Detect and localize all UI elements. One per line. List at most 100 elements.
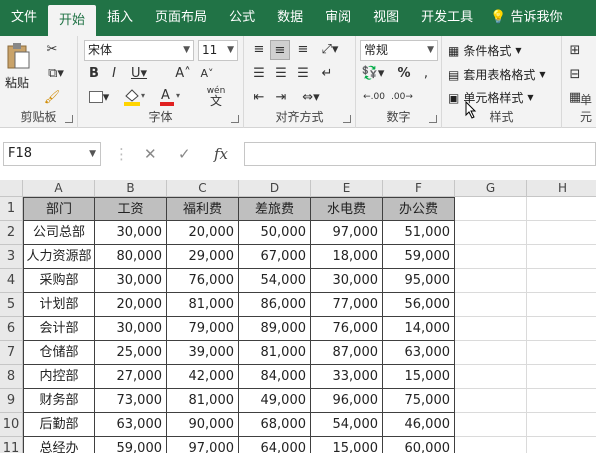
table-cell[interactable]: 54,000 — [239, 269, 311, 293]
decrease-indent-icon[interactable]: ⇤ — [250, 88, 268, 106]
align-left-icon[interactable]: ☰ — [250, 64, 268, 82]
empty-cell[interactable] — [527, 413, 596, 437]
table-cell[interactable]: 15,000 — [383, 365, 455, 389]
table-cell[interactable]: 87,000 — [311, 341, 383, 365]
empty-cell[interactable] — [527, 365, 596, 389]
table-cell[interactable]: 30,000 — [95, 221, 167, 245]
table-cell[interactable]: 20,000 — [167, 221, 239, 245]
table-cell[interactable]: 20,000 — [95, 293, 167, 317]
align-bottom-icon[interactable]: ≡ — [294, 40, 312, 58]
increase-indent-icon[interactable]: ⇥ — [272, 88, 290, 106]
table-cell[interactable]: 90,000 — [167, 413, 239, 437]
table-cell[interactable]: 76,000 — [167, 269, 239, 293]
table-cell[interactable]: 33,000 — [311, 365, 383, 389]
row-header-10[interactable]: 10 — [0, 413, 23, 437]
cut-icon[interactable]: ✂ — [44, 40, 60, 58]
row-header-8[interactable]: 8 — [0, 365, 23, 389]
column-header-h[interactable]: H — [527, 180, 596, 197]
table-cell[interactable]: 59,000 — [383, 245, 455, 269]
empty-cell[interactable] — [527, 269, 596, 293]
decrease-font-icon[interactable]: A˅ — [198, 64, 216, 82]
insert-cells-icon[interactable]: ⊞ — [568, 42, 582, 58]
column-header-e[interactable]: E — [311, 180, 383, 197]
tab-home[interactable]: 开始 — [48, 5, 97, 36]
table-cell[interactable]: 96,000 — [311, 389, 383, 413]
table-cell[interactable]: 29,000 — [167, 245, 239, 269]
table-cell[interactable]: 总经办 — [23, 437, 95, 453]
delete-cells-icon[interactable]: ⊟ — [568, 66, 582, 82]
cell-styles-button[interactable]: ▣ 单元格样式 ▼ — [448, 89, 534, 106]
table-cell[interactable]: 76,000 — [311, 317, 383, 341]
table-header-cell[interactable]: 差旅费 — [239, 197, 311, 221]
table-cell[interactable]: 46,000 — [383, 413, 455, 437]
align-right-icon[interactable]: ☰ — [294, 64, 312, 82]
tab-review[interactable]: 审阅 — [314, 0, 362, 36]
empty-cell[interactable] — [527, 437, 596, 453]
font-size-dropdown[interactable]: 11 ▼ — [198, 40, 238, 61]
table-cell[interactable]: 财务部 — [23, 389, 95, 413]
column-header-d[interactable]: D — [239, 180, 311, 197]
table-cell[interactable]: 30,000 — [95, 317, 167, 341]
table-cell[interactable]: 56,000 — [383, 293, 455, 317]
align-top-icon[interactable]: ≡ — [250, 40, 268, 58]
table-cell[interactable]: 会计部 — [23, 317, 95, 341]
paste-button[interactable]: 粘贴 — [5, 74, 29, 91]
table-cell[interactable]: 54,000 — [311, 413, 383, 437]
row-header-7[interactable]: 7 — [0, 341, 23, 365]
column-header-c[interactable]: C — [167, 180, 239, 197]
underline-icon[interactable]: U▾ — [126, 64, 152, 82]
row-header-9[interactable]: 9 — [0, 389, 23, 413]
table-cell[interactable]: 81,000 — [167, 293, 239, 317]
alignment-launcher-icon[interactable] — [343, 115, 351, 123]
table-cell[interactable]: 64,000 — [239, 437, 311, 453]
align-middle-icon[interactable]: ≡ — [270, 40, 290, 60]
tell-me-box[interactable]: 💡 告诉我你 — [484, 0, 573, 36]
tab-file[interactable]: 文件 — [0, 0, 48, 36]
table-cell[interactable]: 50,000 — [239, 221, 311, 245]
clipboard-launcher-icon[interactable] — [65, 115, 73, 123]
name-box[interactable]: F18 ▼ — [3, 142, 101, 166]
table-cell[interactable]: 27,000 — [95, 365, 167, 389]
increase-font-icon[interactable]: A˄ — [174, 64, 192, 82]
table-cell[interactable]: 80,000 — [95, 245, 167, 269]
decrease-decimal-icon[interactable]: .00→ — [390, 88, 414, 106]
format-painter-icon[interactable]: 🖌 — [44, 88, 61, 106]
font-color-icon[interactable]: A ▾ — [158, 86, 184, 106]
table-cell[interactable]: 公司总部 — [23, 221, 95, 245]
empty-cell[interactable] — [527, 197, 596, 221]
table-cell[interactable]: 51,000 — [383, 221, 455, 245]
empty-cell[interactable] — [455, 269, 527, 293]
conditional-formatting-button[interactable]: ▦ 条件格式 ▼ — [448, 42, 522, 59]
enter-icon[interactable]: ✓ — [178, 142, 191, 166]
table-cell[interactable]: 25,000 — [95, 341, 167, 365]
table-cell[interactable]: 63,000 — [95, 413, 167, 437]
table-cell[interactable]: 计划部 — [23, 293, 95, 317]
table-cell[interactable]: 14,000 — [383, 317, 455, 341]
empty-cell[interactable] — [455, 389, 527, 413]
table-cell[interactable]: 15,000 — [311, 437, 383, 453]
tab-view[interactable]: 视图 — [362, 0, 410, 36]
table-cell[interactable]: 97,000 — [167, 437, 239, 453]
table-cell[interactable]: 30,000 — [311, 269, 383, 293]
empty-cell[interactable] — [527, 245, 596, 269]
empty-cell[interactable] — [527, 317, 596, 341]
table-cell[interactable]: 59,000 — [95, 437, 167, 453]
empty-cell[interactable] — [455, 365, 527, 389]
table-cell[interactable]: 39,000 — [167, 341, 239, 365]
italic-icon[interactable]: I — [106, 64, 122, 82]
empty-cell[interactable] — [527, 341, 596, 365]
table-cell[interactable]: 采购部 — [23, 269, 95, 293]
text-orientation-icon[interactable]: ⤢▾ — [318, 40, 342, 58]
row-header-4[interactable]: 4 — [0, 269, 23, 293]
comma-style-icon[interactable]: , — [418, 64, 434, 82]
tab-insert[interactable]: 插入 — [96, 0, 144, 36]
row-header-11[interactable]: 11 — [0, 437, 23, 453]
tab-developer[interactable]: 开发工具 — [410, 0, 484, 36]
bold-icon[interactable]: B — [86, 64, 102, 82]
table-cell[interactable]: 75,000 — [383, 389, 455, 413]
tab-data[interactable]: 数据 — [266, 0, 314, 36]
table-cell[interactable]: 77,000 — [311, 293, 383, 317]
table-header-cell[interactable]: 办公费 — [383, 197, 455, 221]
table-cell[interactable]: 30,000 — [95, 269, 167, 293]
align-center-icon[interactable]: ☰ — [272, 64, 290, 82]
